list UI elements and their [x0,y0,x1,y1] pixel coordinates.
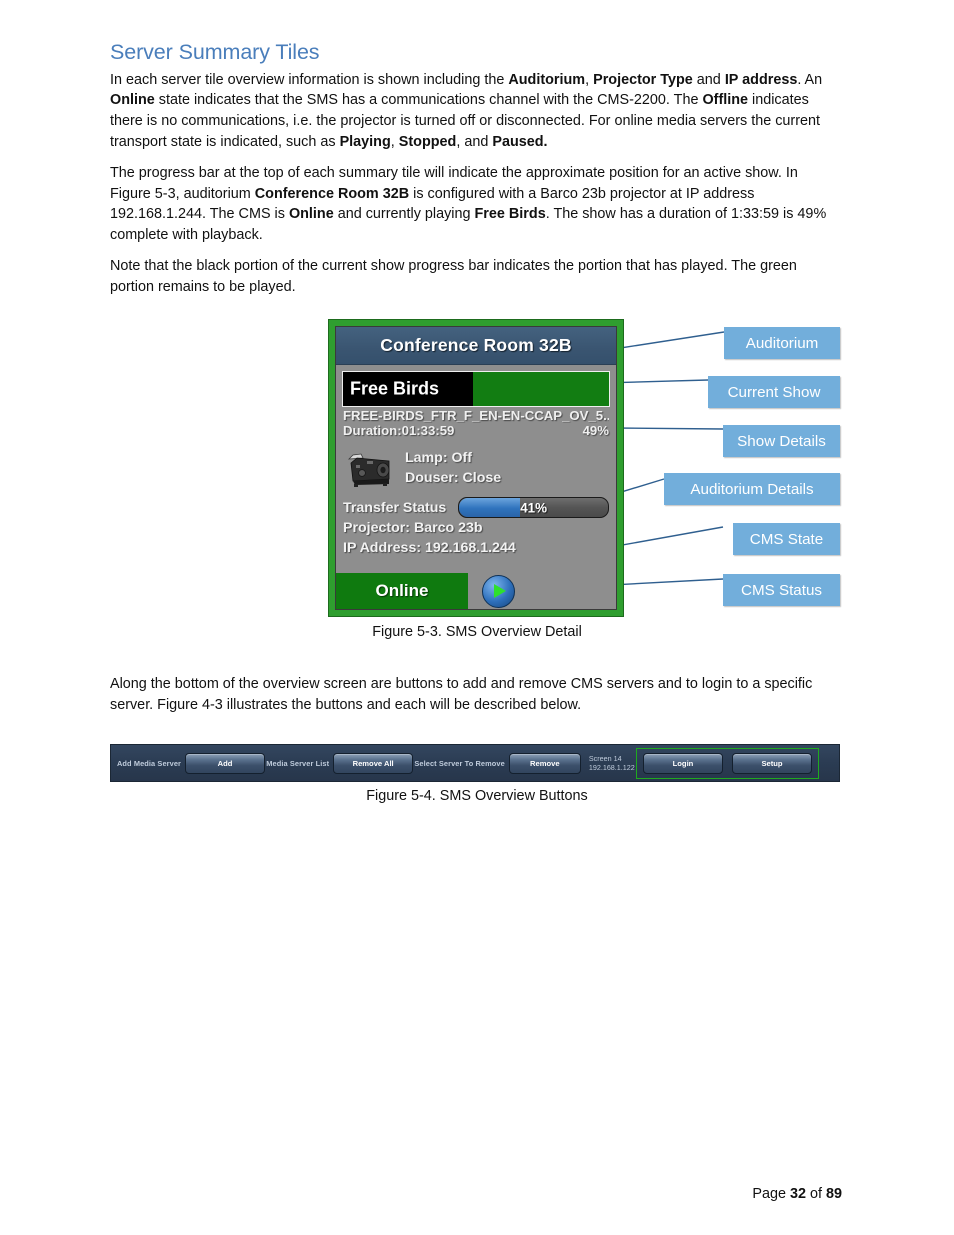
callout-label: CMS State [749,530,824,548]
figure-5-3-caption: Figure 5-3. SMS Overview Detail [372,624,582,640]
auditorium-details-row: Lamp: Off Douser: Close [343,447,609,489]
play-triangle [494,584,506,598]
login-button[interactable]: Login [643,752,723,774]
callout-label: Auditorium Details [690,480,814,498]
screen-ip: 192.168.1.122 [588,763,635,772]
transfer-progress-bar[interactable]: 41% [458,497,609,518]
transfer-status-row: Transfer Status 41% [343,497,609,518]
current-show-title: Free Birds [350,378,440,399]
lamp-status: Lamp: Off [405,450,472,466]
show-percent: 49% [582,423,609,438]
page-title: Server Summary Tiles [110,40,320,64]
transfer-status-label: Transfer Status [343,499,447,516]
ip-address: IP Address: 192.168.1.244 [343,540,516,556]
screen-name: Screen 14 [588,753,622,763]
document-page: Server Summary Tiles In each server tile… [0,0,954,1235]
paragraph-3: Note that the black portion of the curre… [110,258,797,296]
add-media-server-label: Add Media Server [117,758,182,768]
transfer-percent-label: 41% [520,500,548,515]
douser-status: Douser: Close [405,470,502,486]
callout-auditorium: Auditorium [724,327,840,359]
selected-server-info: Screen 14 192.168.1.122 [589,754,635,773]
login-setup-highlight: Login Setup [636,747,819,779]
callout-auditorium-details: Auditorium Details [664,473,840,505]
callout-current-show: Current Show [708,376,840,408]
footer-page-number: 32 [789,1186,806,1202]
show-duration: Duration:01:33:59 [343,423,455,438]
figure-5-4-caption: Figure 5-4. SMS Overview Buttons [366,788,588,804]
projector-icon [343,447,395,489]
footer-prefix: Page [752,1186,790,1202]
setup-button[interactable]: Setup [732,752,812,774]
remove-all-button[interactable]: Remove All [333,752,414,774]
footer-middle: of [805,1186,826,1202]
callout-label: Show Details [737,432,826,450]
page-content: Server Summary Tiles In each server tile… [110,40,840,309]
footer-total-pages: 89 [825,1186,842,1202]
server-summary-tile[interactable]: Conference Room 32B Free Birds FREE-BIRD… [328,319,624,617]
remove-button[interactable]: Remove [508,752,581,774]
callout-label: CMS Status [740,581,823,599]
projector-type: Projector: Barco 23b [343,520,483,536]
callout-label: Auditorium [745,334,819,352]
tile-footer: Online [336,573,616,609]
sms-overview-button-bar: Add Media Server Add Media Server List R… [110,744,840,782]
callout-cms-status: CMS Status [723,574,840,606]
page-content-lower: Along the bottom of the overview screen … [110,674,840,726]
callout-show-details: Show Details [723,425,840,457]
progress-remaining-portion [473,372,609,406]
auditorium-name: Conference Room 32B [380,335,572,355]
lamp-douser-block: Lamp: Off Douser: Close [405,447,501,488]
cms-state-badge[interactable]: Online [336,573,468,609]
tile-body: Conference Room 32B Free Birds FREE-BIRD… [335,326,617,610]
paragraph-1: In each server tile overview information… [110,71,823,150]
callout-cms-state: CMS State [733,523,840,555]
select-server-to-remove-label: Select Server To Remove [414,758,505,768]
figure-5-3: Conference Room 32B Free Birds FREE-BIRD… [0,314,954,644]
play-icon[interactable] [482,574,515,608]
show-details-row: Duration:01:33:59 49% [343,423,609,438]
media-server-list-label: Media Server List [266,758,330,768]
callout-label: Current Show [727,383,821,401]
show-file-name: FREE-BIRDS_FTR_F_EN-EN-CCAP_OV_5... [343,408,609,423]
add-button[interactable]: Add [185,752,266,774]
tile-auditorium-header: Conference Room 32B [336,327,616,365]
current-show-progress-bar[interactable]: Free Birds [342,371,610,407]
page-footer: Page 32 of 89 [752,1186,842,1202]
paragraph-2: The progress bar at the top of each summ… [110,165,827,243]
paragraph-4: Along the bottom of the overview screen … [110,676,813,713]
